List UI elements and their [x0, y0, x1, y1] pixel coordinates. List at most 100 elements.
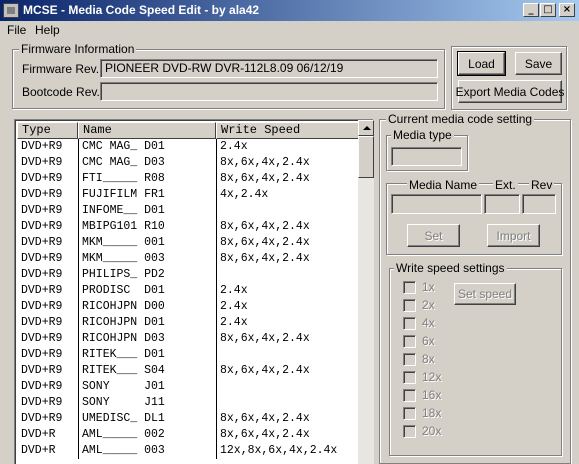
menu-help[interactable]: Help [35, 23, 60, 37]
table-row[interactable]: DVD+R AML_____ 003 12x,8x,6x,4x,2.4x [17, 443, 357, 459]
list-scrollbar[interactable] [358, 120, 374, 464]
table-row[interactable]: DVD+R9 RICOHJPN D03 8x,6x,4x,2.4x [17, 331, 357, 347]
type-cell: DVD+R9 [21, 236, 63, 249]
scrollbar-thumb[interactable] [358, 136, 374, 178]
speed-checkbox[interactable] [403, 371, 416, 384]
name-cell: FUJIFILM FR1 [82, 188, 165, 201]
table-row[interactable]: DVD+R9 FUJIFILM FR1 4x,2.4x [17, 187, 357, 203]
table-row[interactable]: DVD+R9 RITEK___ S04 8x,6x,4x,2.4x [17, 363, 357, 379]
column-separator [216, 203, 217, 219]
current-media-code-group-label: Current media code setting [386, 112, 535, 126]
app-icon[interactable] [3, 3, 19, 18]
load-button[interactable]: Load [457, 51, 506, 76]
column-separator [216, 443, 217, 459]
table-row[interactable]: DVD+R9 CMC MAG_ D03 8x,6x,4x,2.4x [17, 155, 357, 171]
table-row[interactable]: DVD+R9 FTI_____ R08 8x,6x,4x,2.4x [17, 171, 357, 187]
firmware-group-label: Firmware Information [19, 42, 137, 56]
column-separator [78, 347, 79, 363]
table-row[interactable]: DVD+R9 PRODISC D01 2.4x [17, 283, 357, 299]
rev-field[interactable] [522, 194, 556, 214]
column-separator [78, 427, 79, 443]
column-separator [216, 379, 217, 395]
speed-checkbox-label: 4x [422, 316, 435, 330]
menu-file[interactable]: File [7, 23, 26, 37]
column-separator [216, 411, 217, 427]
ext-field[interactable] [484, 194, 520, 214]
set-button[interactable]: Set [407, 224, 460, 247]
speed-checkbox[interactable] [403, 353, 416, 366]
column-header-name[interactable]: Name [78, 122, 216, 139]
save-button[interactable]: Save [515, 52, 562, 75]
media-name-field[interactable] [391, 194, 482, 214]
speed-checkbox[interactable] [403, 389, 416, 402]
table-row[interactable]: DVD+R9 MKM_____ 003 8x,6x,4x,2.4x [17, 251, 357, 267]
bootcode-rev-label: Bootcode Rev. [22, 85, 100, 99]
speed-checkbox[interactable] [403, 299, 416, 312]
minimize-button[interactable]: _ [523, 3, 539, 17]
table-row[interactable]: DVD+R9 RITEK___ D01 [17, 347, 357, 363]
name-cell: AML_____ 002 [82, 428, 165, 441]
table-row[interactable]: DVD+R9 SONY J01 [17, 379, 357, 395]
table-row[interactable]: DVD+R9 SONY J11 [17, 395, 357, 411]
name-cell: CMC MAG_ D03 [82, 156, 165, 169]
column-separator [216, 219, 217, 235]
name-cell: PHILIPS_ PD2 [82, 268, 165, 281]
write-speed-cell: 2.4x [220, 300, 248, 313]
table-row[interactable]: DVD+R9 CMC MAG_ D01 2.4x [17, 139, 357, 155]
scroll-up-button[interactable] [358, 120, 374, 136]
write-speed-cell: 8x,6x,4x,2.4x [220, 220, 310, 233]
export-media-codes-button[interactable]: Export Media Codes [456, 80, 564, 103]
name-cell: MKM_____ 003 [82, 252, 165, 265]
column-separator [216, 347, 217, 363]
speed-checkbox[interactable] [403, 317, 416, 330]
type-cell: DVD+R9 [21, 140, 63, 153]
table-row[interactable]: DVD+R9 PHILIPS_ PD2 [17, 267, 357, 283]
type-cell: DVD+R9 [21, 396, 63, 409]
ext-label: Ext. [493, 178, 518, 192]
speed-checkbox[interactable] [403, 281, 416, 294]
firmware-rev-field[interactable]: PIONEER DVD-RW DVR-112L8.09 06/12/19 [100, 59, 438, 78]
write-speed-cell: 8x,6x,4x,2.4x [220, 252, 310, 265]
column-separator [78, 411, 79, 427]
write-speed-cell: 8x,6x,4x,2.4x [220, 236, 310, 249]
speed-checkbox[interactable] [403, 407, 416, 420]
table-row[interactable]: DVD+R9 MKM_____ 001 8x,6x,4x,2.4x [17, 235, 357, 251]
set-speed-button[interactable]: Set speed [454, 283, 516, 305]
maximize-button[interactable]: □ [540, 3, 556, 17]
column-separator [216, 283, 217, 299]
table-row[interactable]: DVD+R9 RICOHJPN D01 2.4x [17, 315, 357, 331]
name-cell: RITEK___ S04 [82, 364, 165, 377]
speed-checkbox[interactable] [403, 335, 416, 348]
table-row[interactable]: DVD+R9 UMEDISC_ DL1 8x,6x,4x,2.4x [17, 411, 357, 427]
speed-checkbox-label: 6x [422, 334, 435, 348]
name-cell: CMC MAG_ D01 [82, 140, 165, 153]
bootcode-rev-field[interactable] [100, 82, 438, 101]
list-header: Type Name Write Speed [17, 122, 359, 139]
type-cell: DVD+R9 [21, 252, 63, 265]
column-separator [78, 203, 79, 219]
column-header-write-speed[interactable]: Write Speed [216, 122, 359, 139]
table-row[interactable]: DVD+R9 MBIPG101 R10 8x,6x,4x,2.4x [17, 219, 357, 235]
column-separator [78, 443, 79, 459]
table-row[interactable]: DVD+R9 INFOME__ D01 [17, 203, 357, 219]
column-separator [78, 187, 79, 203]
import-button[interactable]: Import [487, 224, 540, 247]
write-speed-cell: 8x,6x,4x,2.4x [220, 412, 310, 425]
column-separator [216, 427, 217, 443]
table-row[interactable]: DVD+R AML_____ 002 8x,6x,4x,2.4x [17, 427, 357, 443]
speed-checkbox[interactable] [403, 425, 416, 438]
media-code-list[interactable]: Type Name Write Speed DVD+R9 CMC MAG_ D01… [14, 119, 373, 464]
column-separator [78, 299, 79, 315]
scroll-up-arrow-icon [363, 126, 371, 130]
column-header-type[interactable]: Type [17, 122, 78, 139]
column-separator [78, 395, 79, 411]
name-cell: RICOHJPN D00 [82, 300, 165, 313]
close-button[interactable]: × [559, 3, 575, 17]
media-type-field[interactable] [391, 147, 462, 166]
media-name-label: Media Name [407, 178, 480, 192]
write-speed-cell: 12x,8x,6x,4x,2.4x [220, 444, 338, 457]
column-separator [216, 315, 217, 331]
column-separator [78, 267, 79, 283]
column-separator [78, 283, 79, 299]
table-row[interactable]: DVD+R9 RICOHJPN D00 2.4x [17, 299, 357, 315]
